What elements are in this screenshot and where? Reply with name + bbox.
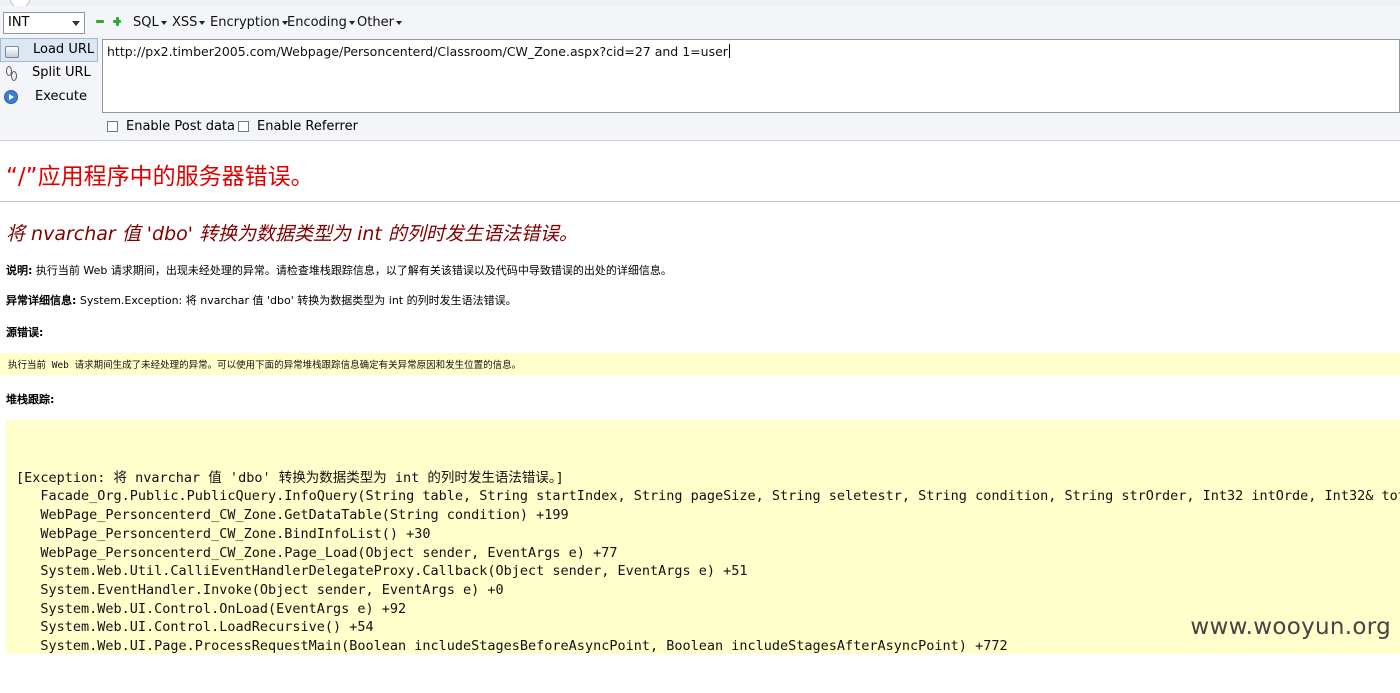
divider bbox=[0, 201, 1400, 202]
stack-line: System.EventHandler.Invoke(Object sender… bbox=[16, 581, 504, 598]
hackbar-panel: INT SQL XSS Encryption Encoding Other Lo… bbox=[0, 6, 1400, 141]
hackbar-side-buttons: Load URL Split URL Execute bbox=[0, 38, 98, 110]
stack-line: WebPage_Personcenterd_CW_Zone.Page_Load(… bbox=[16, 544, 618, 561]
chevron-down-icon bbox=[72, 21, 80, 26]
load-url-icon bbox=[5, 46, 19, 58]
caret-down-icon bbox=[348, 20, 355, 25]
menu-encryption[interactable]: Encryption bbox=[210, 12, 288, 34]
source-error-text: 执行当前 Web 请求期间生成了未经处理的异常。可以使用下面的异常堆栈跟踪信息确… bbox=[8, 360, 522, 371]
source-error-label: 源错误: bbox=[6, 326, 44, 339]
split-url-button[interactable]: Split URL bbox=[0, 62, 98, 86]
description-paragraph: 说明: 执行当前 Web 请求期间，出现未经处理的异常。请检查堆栈跟踪信息，以了… bbox=[6, 264, 672, 277]
stack-trace-label: 堆栈跟踪: bbox=[6, 393, 55, 406]
plus-icon[interactable] bbox=[113, 17, 121, 26]
execute-button[interactable]: Execute bbox=[0, 86, 98, 110]
type-select-value: INT bbox=[8, 15, 30, 30]
menu-other[interactable]: Other bbox=[357, 12, 402, 34]
caret-down-icon bbox=[160, 20, 167, 25]
stack-line: WebPage_Personcenterd_CW_Zone.BindInfoLi… bbox=[16, 525, 431, 542]
url-text: http://px2.timber2005.com/Webpage/Person… bbox=[107, 44, 728, 59]
text-cursor bbox=[728, 44, 730, 58]
hackbar-toolbar: INT SQL XSS Encryption Encoding Other bbox=[0, 10, 1400, 38]
watermark-text: www.wooyun.org bbox=[1190, 614, 1391, 640]
page-title: “/”应用程序中的服务器错误。 bbox=[6, 164, 314, 190]
source-error-box: 执行当前 Web 请求期间生成了未经处理的异常。可以使用下面的异常堆栈跟踪信息确… bbox=[0, 353, 1400, 375]
error-subtitle: 将 nvarchar 值 'dbo' 转换为数据类型为 int 的列时发生语法错… bbox=[6, 223, 578, 245]
type-select[interactable]: INT bbox=[3, 12, 85, 34]
menu-xss[interactable]: XSS bbox=[172, 12, 206, 34]
checkbox-icon bbox=[107, 121, 118, 132]
scissors-icon bbox=[4, 66, 18, 81]
play-icon bbox=[4, 90, 18, 104]
caret-down-icon bbox=[199, 20, 206, 25]
url-textarea[interactable]: http://px2.timber2005.com/Webpage/Person… bbox=[102, 39, 1400, 113]
stack-line: System.Web.Util.CalliEventHandlerDelegat… bbox=[16, 563, 748, 580]
error-page: “/”应用程序中的服务器错误。 将 nvarchar 值 'dbo' 转换为数据… bbox=[0, 141, 1400, 654]
stack-trace-lines: [Exception: 将 nvarchar 值 'dbo' 转换为数据类型为 … bbox=[16, 450, 1400, 693]
stack-line: [Exception: 将 nvarchar 值 'dbo' 转换为数据类型为 … bbox=[16, 469, 564, 486]
exception-paragraph: 异常详细信息: System.Exception: 将 nvarchar 值 '… bbox=[6, 294, 517, 307]
stack-line: Facade_Org.Public.PublicQuery.InfoQuery(… bbox=[16, 488, 1400, 505]
load-url-button[interactable]: Load URL bbox=[0, 38, 98, 62]
minus-icon[interactable] bbox=[96, 17, 104, 25]
checkbox-icon bbox=[238, 121, 249, 132]
menu-sql[interactable]: SQL bbox=[133, 12, 167, 34]
caret-down-icon bbox=[395, 20, 402, 25]
stack-line: WebPage_Personcenterd_CW_Zone.GetDataTab… bbox=[16, 507, 569, 524]
menu-encoding[interactable]: Encoding bbox=[287, 12, 355, 34]
